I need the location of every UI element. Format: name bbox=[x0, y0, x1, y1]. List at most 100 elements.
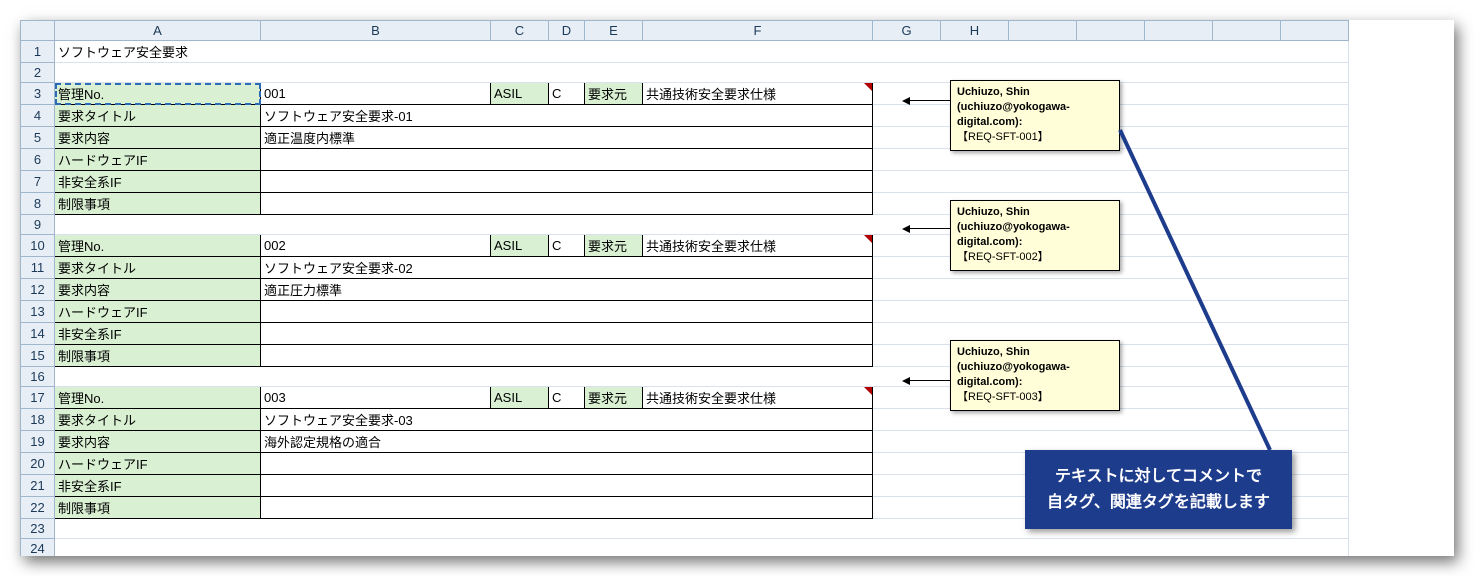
row-header-5[interactable]: 5 bbox=[21, 127, 55, 149]
label-asil[interactable]: ASIL bbox=[491, 235, 549, 257]
cell-hwif-value[interactable] bbox=[261, 149, 873, 171]
label-source[interactable]: 要求元 bbox=[585, 235, 643, 257]
cell-reqtitle-value[interactable]: ソフトウェア安全要求-03 bbox=[261, 409, 873, 431]
col-header-D[interactable]: D bbox=[549, 21, 585, 41]
row-header-14[interactable]: 14 bbox=[21, 323, 55, 345]
label-source[interactable]: 要求元 bbox=[585, 387, 643, 409]
col-header-G[interactable]: G bbox=[873, 21, 941, 41]
row-header-22[interactable]: 22 bbox=[21, 497, 55, 519]
label-restrict[interactable]: 制限事項 bbox=[55, 345, 261, 367]
label-nonsafeif[interactable]: 非安全系IF bbox=[55, 323, 261, 345]
cell-mgmtno-value[interactable]: 002 bbox=[261, 235, 491, 257]
col-header-C[interactable]: C bbox=[491, 21, 549, 41]
label-reqbody[interactable]: 要求内容 bbox=[55, 127, 261, 149]
col-header-blank[interactable] bbox=[1213, 21, 1281, 41]
label-nonsafeif[interactable]: 非安全系IF bbox=[55, 171, 261, 193]
label-source[interactable]: 要求元 bbox=[585, 83, 643, 105]
cell-hwif-value[interactable] bbox=[261, 301, 873, 323]
label-reqtitle[interactable]: 要求タイトル bbox=[55, 257, 261, 279]
label-nonsafeif[interactable]: 非安全系IF bbox=[55, 475, 261, 497]
cell[interactable] bbox=[873, 301, 1349, 323]
label-mgmtno[interactable]: 管理No. bbox=[55, 235, 261, 257]
cell-reqbody-value[interactable]: 適正圧力標準 bbox=[261, 279, 873, 301]
col-header-H[interactable]: H bbox=[941, 21, 1009, 41]
col-header-blank[interactable] bbox=[1281, 21, 1349, 41]
cell-restrict-value[interactable] bbox=[261, 497, 873, 519]
label-mgmtno[interactable]: 管理No. bbox=[55, 387, 261, 409]
cell-reqbody-value[interactable]: 海外認定規格の適合 bbox=[261, 431, 873, 453]
row-header-13[interactable]: 13 bbox=[21, 301, 55, 323]
select-all-corner[interactable] bbox=[21, 21, 55, 41]
label-mgmtno[interactable]: 管理No. bbox=[55, 83, 261, 105]
cell-nonsafeif-value[interactable] bbox=[261, 323, 873, 345]
col-header-blank[interactable] bbox=[1009, 21, 1077, 41]
row-header-6[interactable]: 6 bbox=[21, 149, 55, 171]
cell-nonsafeif-value[interactable] bbox=[261, 171, 873, 193]
cell-reqtitle-value[interactable]: ソフトウェア安全要求-01 bbox=[261, 105, 873, 127]
col-header-B[interactable]: B bbox=[261, 21, 491, 41]
label-asil[interactable]: ASIL bbox=[491, 83, 549, 105]
row-header-9[interactable]: 9 bbox=[21, 215, 55, 235]
row-header-16[interactable]: 16 bbox=[21, 367, 55, 387]
cell-reqbody-value[interactable]: 適正温度内標準 bbox=[261, 127, 873, 149]
col-header-A[interactable]: A bbox=[55, 21, 261, 41]
row-header-8[interactable]: 8 bbox=[21, 193, 55, 215]
cell[interactable] bbox=[55, 539, 1349, 557]
row-header-3[interactable]: 3 bbox=[21, 83, 55, 105]
label-reqbody[interactable]: 要求内容 bbox=[55, 431, 261, 453]
cell-source-value[interactable]: 共通技術安全要求仕様 bbox=[643, 235, 873, 257]
excel-comment-box[interactable]: Uchiuzo, Shin (uchiuzo@yokogawa-digital.… bbox=[950, 80, 1120, 151]
col-header-F[interactable]: F bbox=[643, 21, 873, 41]
cell[interactable] bbox=[55, 367, 1349, 387]
excel-comment-box[interactable]: Uchiuzo, Shin (uchiuzo@yokogawa-digital.… bbox=[950, 340, 1120, 411]
cell[interactable] bbox=[55, 215, 1349, 235]
cell[interactable] bbox=[873, 409, 1349, 431]
row-header-24[interactable]: 24 bbox=[21, 539, 55, 557]
col-header-blank[interactable] bbox=[1077, 21, 1145, 41]
label-asil[interactable]: ASIL bbox=[491, 387, 549, 409]
cell-asil-value[interactable]: C bbox=[549, 83, 585, 105]
cell-asil-value[interactable]: C bbox=[549, 387, 585, 409]
label-hwif[interactable]: ハードウェアIF bbox=[55, 301, 261, 323]
row-header-20[interactable]: 20 bbox=[21, 453, 55, 475]
row-header-23[interactable]: 23 bbox=[21, 519, 55, 539]
row-header-1[interactable]: 1 bbox=[21, 41, 55, 63]
label-reqbody[interactable]: 要求内容 bbox=[55, 279, 261, 301]
row-header-11[interactable]: 11 bbox=[21, 257, 55, 279]
cell-reqtitle-value[interactable]: ソフトウェア安全要求-02 bbox=[261, 257, 873, 279]
cell-hwif-value[interactable] bbox=[261, 453, 873, 475]
label-restrict[interactable]: 制限事項 bbox=[55, 193, 261, 215]
comment-tag: 【REQ-SFT-001】 bbox=[957, 131, 1049, 143]
excel-comment-box[interactable]: Uchiuzo, Shin (uchiuzo@yokogawa-digital.… bbox=[950, 200, 1120, 271]
cell-restrict-value[interactable] bbox=[261, 193, 873, 215]
row-header-21[interactable]: 21 bbox=[21, 475, 55, 497]
row-header-4[interactable]: 4 bbox=[21, 105, 55, 127]
row-header-12[interactable]: 12 bbox=[21, 279, 55, 301]
row-header-18[interactable]: 18 bbox=[21, 409, 55, 431]
row-header-2[interactable]: 2 bbox=[21, 63, 55, 83]
cell-source-value[interactable]: 共通技術安全要求仕様 bbox=[643, 83, 873, 105]
cell-restrict-value[interactable] bbox=[261, 345, 873, 367]
row-header-7[interactable]: 7 bbox=[21, 171, 55, 193]
row-header-10[interactable]: 10 bbox=[21, 235, 55, 257]
cell-nonsafeif-value[interactable] bbox=[261, 475, 873, 497]
row-header-19[interactable]: 19 bbox=[21, 431, 55, 453]
sheet-title-cell[interactable]: ソフトウェア安全要求 bbox=[55, 41, 1349, 63]
cell-asil-value[interactable]: C bbox=[549, 235, 585, 257]
row-header-15[interactable]: 15 bbox=[21, 345, 55, 367]
label-hwif[interactable]: ハードウェアIF bbox=[55, 149, 261, 171]
label-restrict[interactable]: 制限事項 bbox=[55, 497, 261, 519]
cell[interactable] bbox=[873, 149, 1349, 171]
cell-mgmtno-value[interactable]: 001 bbox=[261, 83, 491, 105]
cell-source-value[interactable]: 共通技術安全要求仕様 bbox=[643, 387, 873, 409]
label-reqtitle[interactable]: 要求タイトル bbox=[55, 409, 261, 431]
cell-mgmtno-value[interactable]: 003 bbox=[261, 387, 491, 409]
label-reqtitle[interactable]: 要求タイトル bbox=[55, 105, 261, 127]
label-hwif[interactable]: ハードウェアIF bbox=[55, 453, 261, 475]
cell[interactable] bbox=[55, 63, 1349, 83]
cell[interactable] bbox=[873, 171, 1349, 193]
row-header-17[interactable]: 17 bbox=[21, 387, 55, 409]
cell[interactable] bbox=[873, 279, 1349, 301]
col-header-blank[interactable] bbox=[1145, 21, 1213, 41]
col-header-E[interactable]: E bbox=[585, 21, 643, 41]
